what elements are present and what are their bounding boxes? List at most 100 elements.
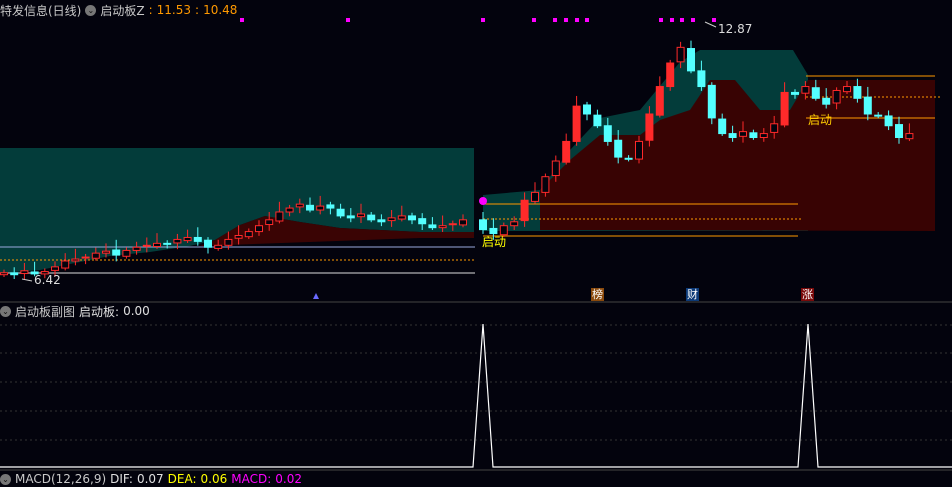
candle-up: [562, 140, 571, 163]
candle-down: [687, 48, 695, 72]
candle-down: [811, 87, 820, 99]
candle-up: [520, 199, 529, 222]
candle-up: [132, 246, 141, 251]
candle-up: [173, 238, 182, 244]
signal-dot: [346, 18, 350, 22]
start-label-1: 启动: [482, 235, 506, 249]
dea-value: 0.06: [200, 472, 228, 486]
signal-dot: [481, 18, 485, 22]
high-arrow: [704, 21, 717, 28]
collapse-chevron-icon[interactable]: ⌄: [0, 473, 11, 485]
macd-value: 0.02: [275, 472, 302, 486]
candle-down: [306, 204, 314, 211]
candle-up: [316, 205, 325, 211]
signal-dot: [585, 18, 589, 22]
signal-dot: [532, 18, 536, 22]
candle-up: [666, 62, 675, 88]
candle-down: [749, 132, 758, 139]
candle-up: [295, 203, 304, 208]
candle-down: [895, 124, 903, 139]
candle-up: [635, 140, 643, 160]
candle-down: [697, 70, 706, 88]
candle-up: [20, 270, 29, 275]
candle-down: [583, 104, 591, 115]
sub-indicator-value: 0.00: [123, 304, 150, 318]
candle-up: [499, 225, 508, 236]
triangle-marker-icon: [313, 293, 319, 299]
indicator-name: 启动板Z: [100, 3, 145, 18]
candle-up: [244, 231, 253, 238]
low-label: 6.42: [34, 273, 61, 287]
candle-up: [832, 89, 841, 104]
candle-up: [387, 217, 396, 222]
candle-up: [61, 260, 70, 269]
main-panel-header: 特发信息(日线) ⌄ 启动板Z : 11.53 : 10.48: [0, 3, 238, 18]
candle-up: [448, 223, 457, 226]
candle-down: [853, 86, 862, 99]
indicator-value-1: 11.53: [156, 3, 192, 17]
marker-bang[interactable]: 榜: [591, 288, 604, 301]
sub-panel-header: ⌄ 启动板副图 启动板: 0.00: [0, 303, 150, 319]
candle-up: [122, 249, 131, 257]
candle-up: [801, 86, 810, 94]
marker-cai[interactable]: 财: [686, 288, 699, 301]
candle-up: [739, 131, 747, 137]
candle-down: [489, 227, 498, 235]
candle-up: [275, 211, 284, 222]
candle-up: [214, 244, 223, 249]
candle-down: [346, 215, 355, 219]
candle-up: [224, 238, 233, 246]
candle-down: [193, 236, 202, 242]
signal-dot: [659, 18, 663, 22]
candle-up: [843, 86, 851, 93]
signal-dot: [553, 18, 557, 22]
candle-down: [418, 218, 427, 225]
low-arrow: [21, 278, 33, 282]
marker-zhang[interactable]: 涨: [801, 288, 814, 301]
candle-down: [624, 157, 633, 160]
candle-up: [759, 133, 768, 139]
signal-markers: [240, 18, 716, 22]
dif-value: 0.07: [136, 472, 164, 486]
candle-down: [326, 204, 335, 209]
candle-up: [0, 272, 8, 276]
candle-up: [91, 252, 100, 259]
candle-down: [593, 114, 602, 127]
signal-dot: [712, 18, 716, 22]
candle-up: [770, 123, 779, 133]
candle-up: [510, 221, 519, 227]
candle-up: [81, 256, 90, 259]
candle-up: [357, 213, 365, 218]
stock-title: 特发信息(日线): [0, 3, 82, 18]
candle-down: [863, 96, 872, 115]
candle-down: [728, 133, 737, 139]
candle-up: [438, 225, 447, 229]
candle-up: [234, 235, 243, 239]
signal-dot: [680, 18, 684, 22]
signal-dot: [670, 18, 674, 22]
candle-down: [336, 208, 345, 217]
candle-down: [377, 219, 386, 223]
candle-up: [285, 207, 294, 213]
candle-up: [71, 258, 80, 262]
candle-down: [884, 115, 893, 127]
candle-down: [204, 239, 212, 248]
dea-label: DEA:: [167, 472, 197, 486]
sub-panel-title: 启动板副图: [15, 304, 76, 319]
candle-down: [112, 249, 121, 256]
candle-up: [780, 91, 789, 126]
candle-down: [614, 139, 623, 158]
collapse-chevron-icon[interactable]: ⌄: [0, 305, 11, 317]
candle-down: [791, 91, 799, 95]
signal-dot: [691, 18, 695, 22]
candle-up: [655, 86, 664, 116]
candle-down: [428, 224, 437, 229]
candle-down: [874, 114, 883, 117]
chart-canvas: 12.87 6.42 启动 启动: [0, 18, 952, 471]
candle-up: [265, 219, 274, 226]
macd-label: MACD:: [231, 472, 272, 486]
collapse-chevron-icon[interactable]: ⌄: [85, 4, 97, 16]
candle-up: [183, 236, 192, 242]
candle-up: [153, 242, 161, 247]
candle-up: [142, 244, 151, 247]
